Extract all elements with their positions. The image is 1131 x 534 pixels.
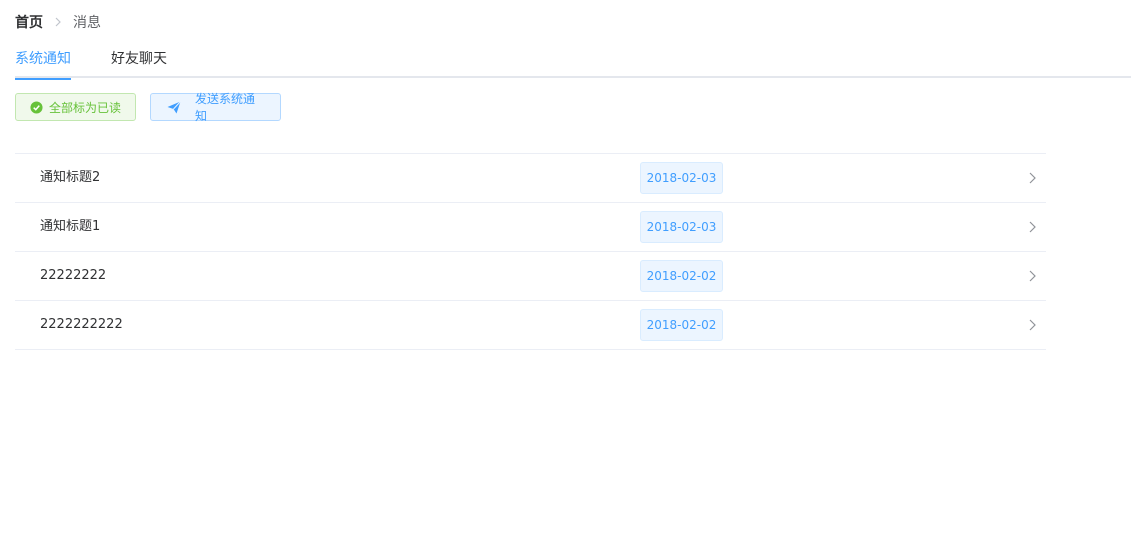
tab-friend-chat[interactable]: 好友聊天	[111, 48, 167, 78]
tab-system-notice[interactable]: 系统通知	[15, 48, 71, 80]
date-tag: 2018-02-03	[640, 211, 723, 243]
notification-list: 通知标题2 2018-02-03 通知标题1 2018-02-03 222222…	[15, 153, 1046, 350]
chevron-right-icon	[1024, 268, 1040, 284]
mark-all-read-button[interactable]: 全部标为已读	[15, 93, 136, 121]
notification-title: 2222222222	[40, 317, 123, 332]
notification-title: 通知标题1	[40, 219, 101, 234]
check-circle-icon	[30, 100, 43, 114]
chevron-right-icon	[1024, 219, 1040, 235]
list-item[interactable]: 通知标题1 2018-02-03	[15, 203, 1046, 252]
list-item[interactable]: 通知标题2 2018-02-03	[15, 154, 1046, 203]
send-notice-label: 发送系统通知	[195, 92, 256, 123]
notification-title: 22222222	[40, 268, 107, 283]
date-tag: 2018-02-02	[640, 309, 723, 341]
date-tag: 2018-02-02	[640, 260, 723, 292]
paper-plane-icon	[167, 100, 181, 114]
list-item[interactable]: 22222222 2018-02-02	[15, 252, 1046, 301]
send-notice-button[interactable]: 发送系统通知	[150, 92, 281, 123]
date-tag: 2018-02-03	[640, 162, 723, 194]
chevron-right-icon	[1024, 317, 1040, 333]
breadcrumb: 首页 消息	[15, 12, 101, 32]
breadcrumb-current: 消息	[73, 15, 101, 31]
mark-all-read-label: 全部标为已读	[49, 100, 122, 115]
breadcrumb-home[interactable]: 首页	[15, 12, 43, 32]
tab-bar: 系统通知 好友聊天	[15, 48, 1131, 80]
chevron-right-icon	[1024, 170, 1040, 186]
list-item[interactable]: 2222222222 2018-02-02	[15, 301, 1046, 350]
notification-title: 通知标题2	[40, 170, 101, 185]
chevron-right-icon	[49, 12, 67, 32]
message-page: 首页 消息 系统通知 好友聊天 全部标为已读 发送系统通知 通知标题2 2018…	[0, 0, 1131, 534]
